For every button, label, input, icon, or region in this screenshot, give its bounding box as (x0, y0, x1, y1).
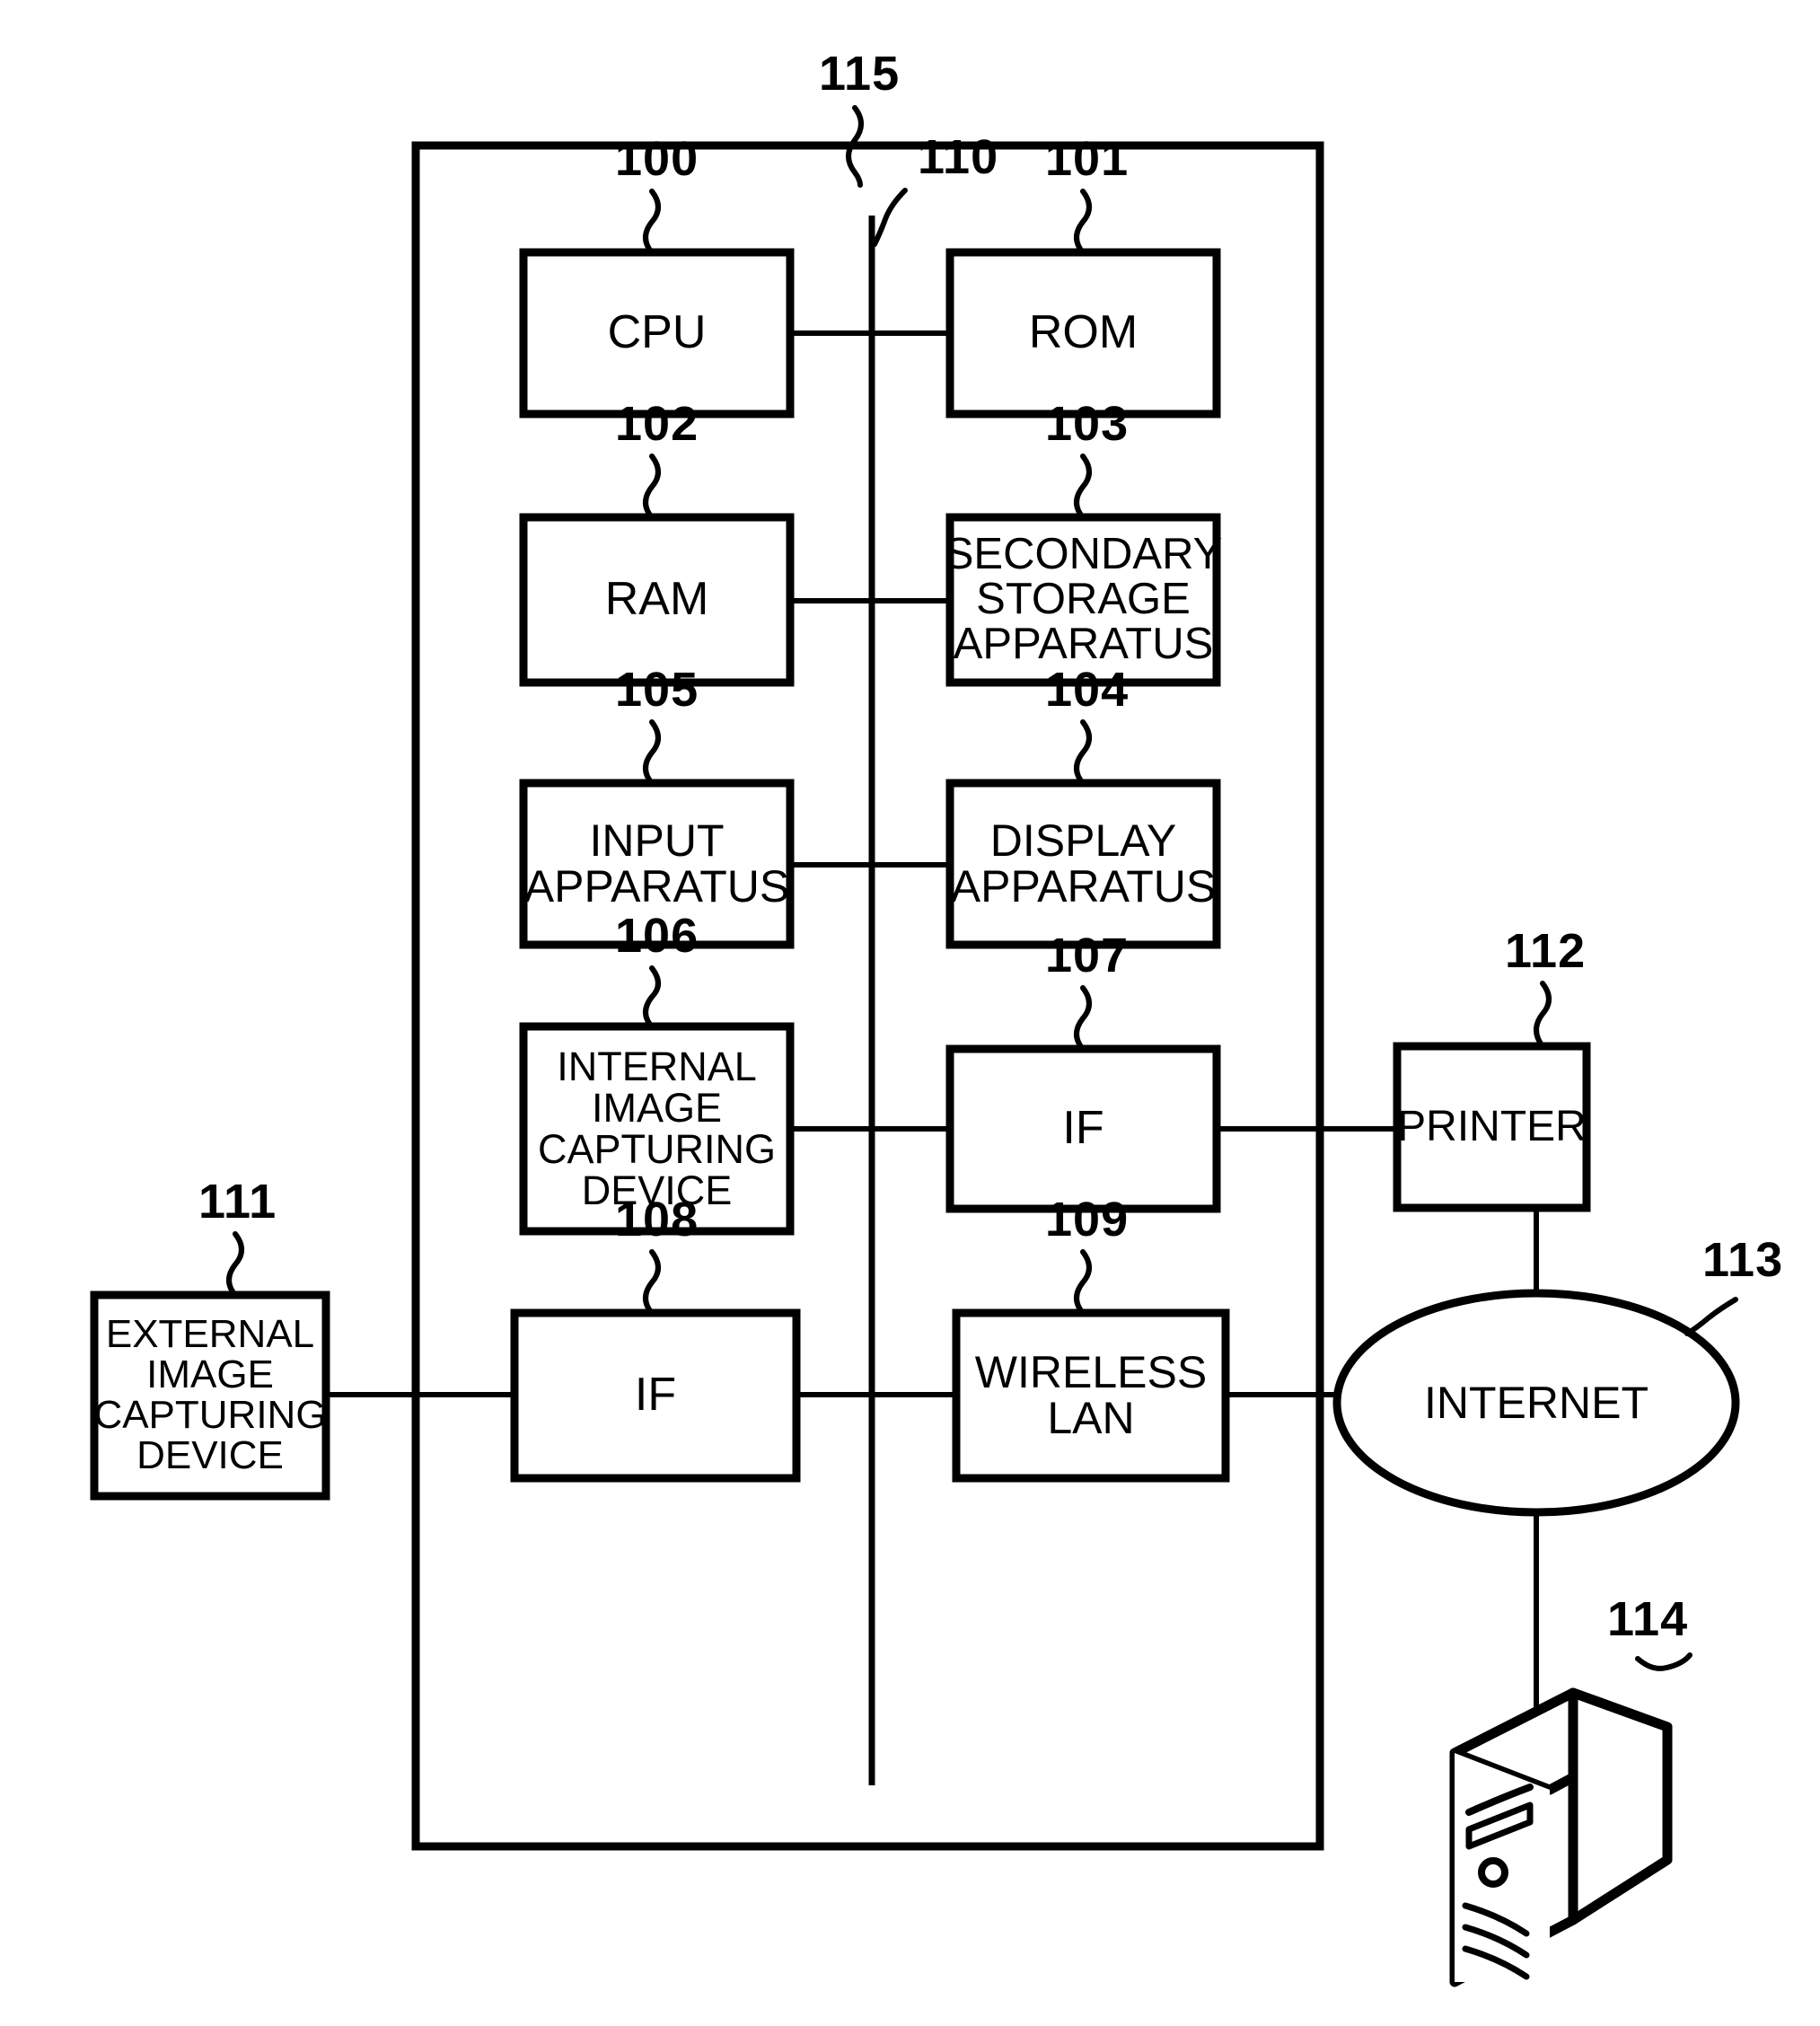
ref-number-110: 110 (918, 130, 999, 184)
ref-number-105: 105 (615, 663, 699, 717)
ref-number-113: 113 (1702, 1233, 1784, 1287)
leader-109 (1074, 1249, 1092, 1316)
leader-102 (643, 454, 661, 520)
leader-106 (643, 965, 661, 1029)
ref-number-108: 108 (615, 1193, 699, 1246)
ref-number-102: 102 (615, 397, 699, 451)
leader-108 (643, 1249, 661, 1316)
ref-number-104: 104 (1045, 663, 1130, 717)
leader-105 (643, 719, 661, 786)
ref-number-103: 103 (1045, 397, 1130, 451)
ref-number-101: 101 (1045, 132, 1130, 186)
ref-number-111: 111 (198, 1175, 277, 1229)
external-camera-block-rect (90, 1290, 330, 1501)
leader-112 (1534, 981, 1552, 1049)
figure-canvas: CPU ROM RAM SECONDARY STORAGE APPARATUS … (0, 0, 1820, 2026)
display-apparatus-block-rect (945, 779, 1221, 949)
ref-number-114: 114 (1607, 1592, 1689, 1646)
ref-number-115: 115 (819, 47, 901, 101)
ref-number-100: 100 (615, 132, 699, 186)
leader-104 (1074, 719, 1092, 786)
leader-110 (872, 188, 908, 247)
cpu-block-rect (519, 248, 795, 418)
leader-107 (1074, 985, 1092, 1052)
leader-114 (1635, 1652, 1693, 1671)
if-lower-block-rect (510, 1308, 801, 1483)
leader-101 (1074, 189, 1092, 255)
secondary-storage-block-rect (945, 513, 1221, 687)
block-diagram-graphics (90, 105, 1740, 1987)
if-upper-block-rect (945, 1044, 1221, 1213)
ref-number-112: 112 (1505, 924, 1587, 978)
ram-block-rect (519, 513, 795, 687)
leader-100 (643, 189, 661, 255)
ref-number-107: 107 (1045, 929, 1130, 982)
ref-number-106: 106 (615, 909, 699, 963)
internet-ellipse (1332, 1289, 1740, 1517)
rom-block-rect (945, 248, 1221, 418)
printer-block-rect (1393, 1042, 1591, 1212)
leader-113 (1684, 1297, 1738, 1336)
ref-number-109: 109 (1045, 1193, 1130, 1246)
leader-111 (226, 1231, 244, 1298)
server-pc-icon (1449, 1687, 1673, 1987)
leader-103 (1074, 454, 1092, 520)
wireless-lan-block-rect (952, 1308, 1230, 1483)
